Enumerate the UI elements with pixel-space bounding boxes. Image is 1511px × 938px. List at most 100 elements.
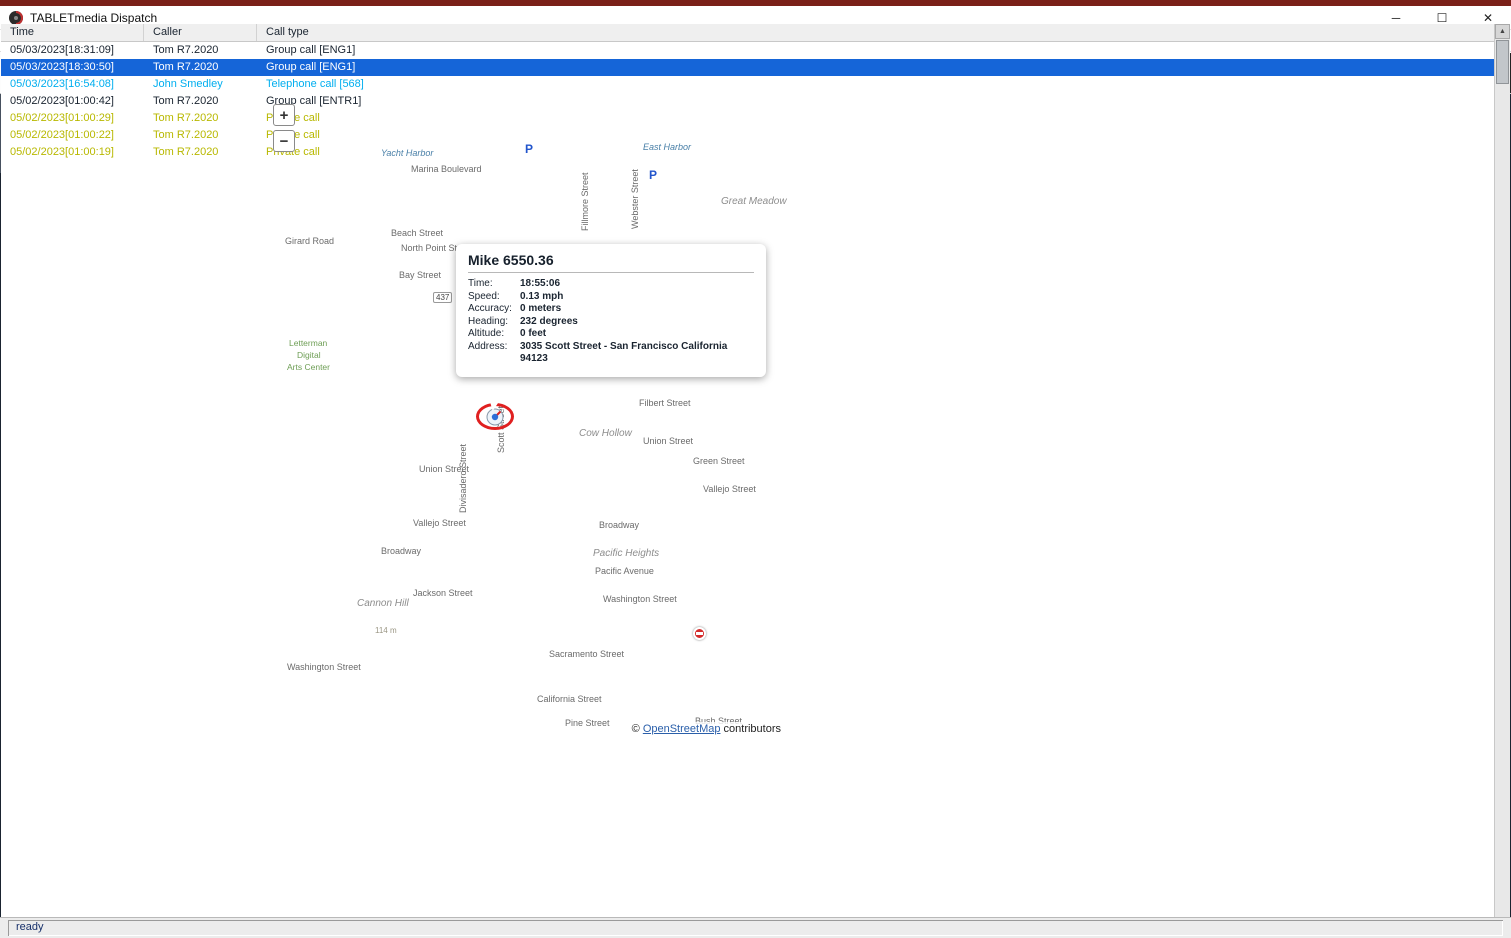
map-label-arts-center: Arts Center [287, 362, 330, 372]
call-time: 05/03/2023[18:30:50] [1, 59, 144, 76]
popup-row: Accuracy:0 meters [468, 303, 754, 316]
map-label-letterman: Letterman [289, 338, 327, 348]
map-label-california-street: California Street [537, 694, 602, 704]
map-label-filbert-street: Filbert Street [639, 398, 691, 408]
popup-row: Address:3035 Scott Street - San Francisc… [468, 341, 754, 366]
call-type: Group call [ENTR1] [257, 93, 1510, 110]
map-label-divisadero-street: Divisadero Street [458, 444, 468, 513]
map-label-broadway: Broadway [381, 546, 421, 556]
popup-row: Altitude:0 feet [468, 328, 754, 341]
scrollbar-thumb[interactable] [1496, 40, 1509, 84]
call-caller: Tom R7.2020 [144, 144, 257, 161]
call-row[interactable]: 05/02/2023[01:00:19]Tom R7.2020Private c… [1, 144, 1510, 161]
popup-row: Time:18:55:06 [468, 278, 754, 291]
call-time: 05/02/2023[01:00:42] [1, 93, 144, 110]
map-label-437: 437 [433, 292, 452, 303]
popup-row-value: 0 meters [520, 303, 561, 316]
call-row[interactable]: 05/02/2023[01:00:42]Tom R7.2020Group cal… [1, 93, 1510, 110]
map-label-washington-street: Washington Street [603, 594, 677, 604]
scrollbar-track [1495, 85, 1510, 921]
map-label-great-meadow: Great Meadow [721, 196, 787, 207]
column-header-caller[interactable]: Caller [144, 24, 257, 41]
call-time: 05/02/2023[01:00:29] [1, 110, 144, 127]
map-label-p: P [649, 168, 657, 182]
map-label-fillmore-street: Fillmore Street [580, 172, 590, 231]
map-label-vallejo-street: Vallejo Street [703, 484, 756, 494]
calls-table-header: TimeCallerCall type [1, 24, 1510, 42]
call-row[interactable]: 05/03/2023[18:30:50]Tom R7.2020Group cal… [1, 59, 1510, 76]
popup-row-label: Address: [468, 341, 520, 366]
calls-table: TimeCallerCall type 05/03/2023[18:31:09]… [1, 24, 1510, 936]
call-row[interactable]: 05/02/2023[01:00:29]Tom R7.2020Private c… [1, 110, 1510, 127]
map-label-cannon-hill: Cannon Hill [357, 598, 409, 609]
window-title: TABLETmedia Dispatch [30, 11, 157, 25]
call-caller: Tom R7.2020 [144, 93, 257, 110]
popup-row: Speed:0.13 mph [468, 291, 754, 304]
popup-row-label: Heading: [468, 316, 520, 329]
map-label-yacht-harbor: Yacht Harbor [381, 148, 433, 158]
map-label-bay-street: Bay Street [399, 270, 441, 280]
call-row[interactable]: 05/02/2023[01:00:22]Tom R7.2020Private c… [1, 127, 1510, 144]
popup-row-label: Altitude: [468, 328, 520, 341]
map-zoom-controls: + − [273, 104, 295, 152]
map-label-pacific-heights: Pacific Heights [593, 548, 659, 559]
scroll-up-icon[interactable]: ▲ [1495, 24, 1510, 39]
openstreetmap-link[interactable]: OpenStreetMap [643, 723, 721, 735]
call-caller: Tom R7.2020 [144, 59, 257, 76]
map-label-p: P [525, 142, 533, 156]
calls-scrollbar[interactable]: ▲ ▼ [1494, 24, 1510, 936]
popup-row-value: 0.13 mph [520, 291, 563, 304]
map-label-webster-street: Webster Street [630, 169, 640, 229]
popup-row-value: 232 degrees [520, 316, 578, 329]
popup-row-label: Time: [468, 278, 520, 291]
popup-details: Time:18:55:06Speed:0.13 mphAccuracy:0 me… [468, 278, 754, 366]
map-label-pine-street: Pine Street [565, 718, 610, 728]
statusbar: ready [0, 917, 1511, 938]
popup-row: Heading:232 degrees [468, 316, 754, 329]
call-type: Private call [257, 144, 1510, 161]
call-time: 05/03/2023[16:54:08] [1, 76, 144, 93]
map-label-pacific-avenue: Pacific Avenue [595, 566, 654, 576]
map-attribution: © OpenStreetMap contributors [627, 722, 786, 736]
call-row[interactable]: 05/03/2023[18:31:09]Tom R7.2020Group cal… [1, 42, 1510, 59]
popup-row-value: 0 feet [520, 328, 546, 341]
popup-row-label: Speed: [468, 291, 520, 304]
call-type: Private call [257, 110, 1510, 127]
popup-row-value: 3035 Scott Street - San Francisco Califo… [520, 341, 754, 366]
popup-row-value: 18:55:06 [520, 278, 560, 291]
map-label-union-street: Union Street [643, 436, 693, 446]
call-type: Group call [ENG1] [257, 59, 1510, 76]
column-header-time[interactable]: Time [1, 24, 144, 41]
map-label-beach-street: Beach Street [391, 228, 443, 238]
call-time: 05/03/2023[18:31:09] [1, 42, 144, 59]
map-label-digital: Digital [297, 350, 321, 360]
call-caller: Tom R7.2020 [144, 42, 257, 59]
call-time: 05/02/2023[01:00:22] [1, 127, 144, 144]
call-time: 05/02/2023[01:00:19] [1, 144, 144, 161]
map-popup: Mike 6550.36 Time:18:55:06Speed:0.13 mph… [456, 244, 766, 377]
map-zoom-in-button[interactable]: + [273, 104, 295, 126]
map-label-east-harbor: East Harbor [643, 142, 691, 152]
popup-title: Mike 6550.36 [468, 252, 754, 268]
map-label-114-m: 114 m [375, 626, 397, 635]
call-caller: Tom R7.2020 [144, 127, 257, 144]
map-zoom-out-button[interactable]: − [273, 130, 295, 152]
popup-row-label: Accuracy: [468, 303, 520, 316]
poi-marker [693, 627, 706, 640]
call-caller: Tom R7.2020 [144, 110, 257, 127]
map-label-jackson-street: Jackson Street [413, 588, 473, 598]
call-type: Telephone call [568] [257, 76, 1510, 93]
map-label-green-street: Green Street [693, 456, 745, 466]
map-label-washington-street: Washington Street [287, 662, 361, 672]
popup-divider [468, 272, 754, 273]
map-label-girard-road: Girard Road [285, 236, 334, 246]
call-caller: John Smedley [144, 76, 257, 93]
map-label-broadway: Broadway [599, 520, 639, 530]
attribution-suffix: contributors [720, 723, 781, 735]
column-header-call-type[interactable]: Call type [257, 24, 1510, 41]
map-label-cow-hollow: Cow Hollow [579, 428, 632, 439]
call-type: Private call [257, 127, 1510, 144]
call-row[interactable]: 05/03/2023[16:54:08]John SmedleyTelephon… [1, 76, 1510, 93]
map-label-vallejo-street: Vallejo Street [413, 518, 466, 528]
app-window: TABLETmedia Dispatch ─ ☐ ✕ FileActionLoc… [0, 0, 1511, 938]
